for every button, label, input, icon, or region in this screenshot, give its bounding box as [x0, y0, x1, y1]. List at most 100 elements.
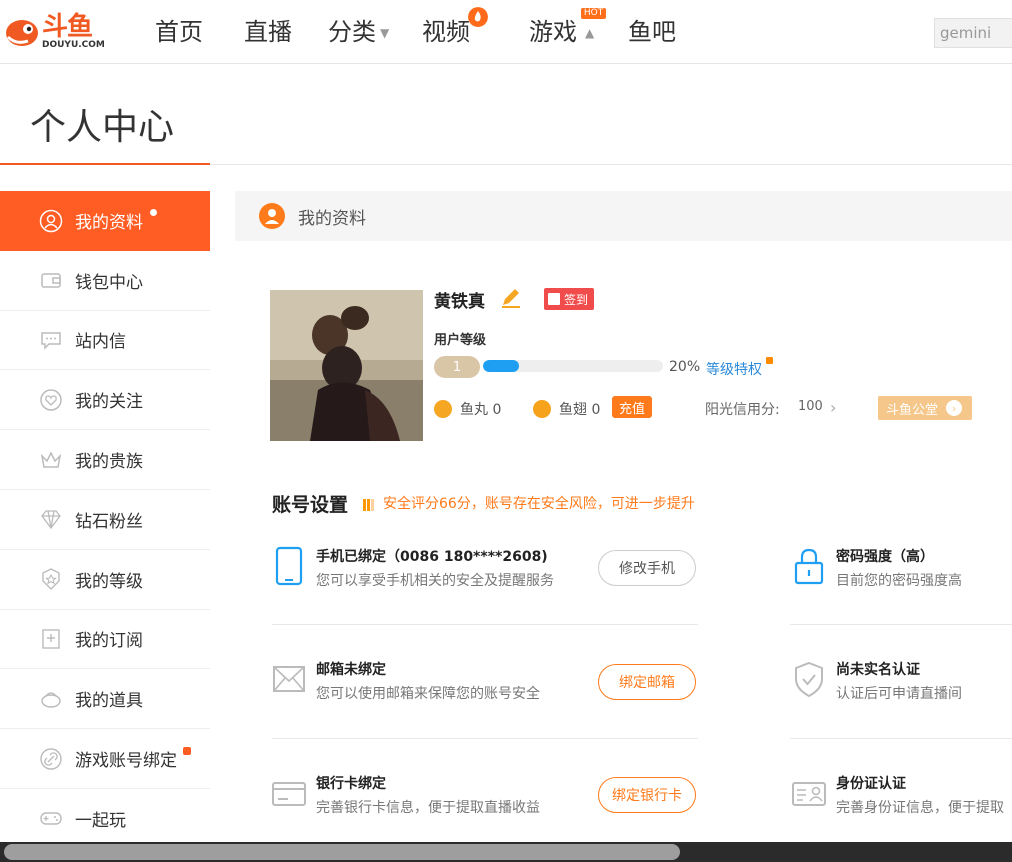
- douyu-logo[interactable]: 斗鱼 DOUYU.COM: [0, 0, 112, 64]
- sidebar-item-label: 我的贵族: [75, 452, 143, 473]
- douyu-court-label: 斗鱼公堂: [886, 402, 939, 418]
- nav-home[interactable]: 首页: [155, 14, 203, 50]
- crown-icon: [38, 447, 64, 473]
- bind-email-button[interactable]: 绑定邮箱: [598, 664, 696, 700]
- level-privileges-link[interactable]: 等级特权: [706, 359, 762, 379]
- phone-title: 手机已绑定（0086 180****2608): [316, 549, 548, 565]
- gamepad-icon: [38, 805, 64, 831]
- chevron-right-icon[interactable]: ›: [830, 398, 848, 418]
- nav-video[interactable]: 视频: [422, 7, 488, 50]
- fish-fin-text: 鱼翅 0: [559, 402, 601, 418]
- sidebar-item-game-binding[interactable]: 游戏账号绑定: [0, 729, 210, 789]
- user-circle-icon: [259, 203, 285, 229]
- row-divider: [790, 738, 1012, 739]
- signin-button[interactable]: 签到: [544, 288, 595, 310]
- fish-fin-balance: 鱼翅 0: [533, 399, 600, 419]
- subscribe-icon: [38, 626, 64, 652]
- phone-desc: 您可以享受手机相关的安全及提醒服务: [316, 573, 554, 589]
- avatar[interactable]: [270, 290, 423, 441]
- recharge-button[interactable]: 充值: [612, 396, 652, 418]
- shield-icon: [795, 661, 823, 698]
- realname-title: 尚未实名认证: [836, 662, 920, 678]
- sidebar-item-label: 我的订阅: [75, 631, 143, 652]
- realname-row: 尚未实名认证 认证后可申请直播间: [792, 659, 1012, 709]
- row-divider: [790, 624, 1012, 625]
- bind-bank-card-button[interactable]: 绑定银行卡: [598, 777, 696, 813]
- flame-icon: [468, 7, 488, 27]
- link-icon: [38, 746, 64, 772]
- id-card-icon: [792, 782, 826, 806]
- nav-fishbar[interactable]: 鱼吧: [628, 14, 676, 50]
- new-badge-icon: [766, 357, 773, 364]
- nav-live-label: 直播: [244, 18, 292, 46]
- fish-logo-icon: [6, 20, 38, 46]
- fish-ball-text: 鱼丸 0: [460, 402, 502, 418]
- sidebar-item-label: 站内信: [75, 332, 126, 353]
- diamond-icon: [38, 506, 64, 532]
- search-input[interactable]: [934, 18, 1012, 48]
- user-level-label: 用户等级: [434, 333, 487, 348]
- douyu-court-button[interactable]: 斗鱼公堂 ›: [878, 396, 972, 420]
- change-phone-button[interactable]: 修改手机: [598, 550, 696, 586]
- credit-score-label: 阳光信用分:: [705, 402, 780, 418]
- gift-icon: [38, 686, 64, 712]
- nav-category[interactable]: 分类 ▼: [328, 14, 389, 50]
- level-progress-fill: [483, 360, 519, 372]
- security-level-icon: [363, 496, 375, 511]
- id-card-title: 身份证认证: [836, 776, 906, 792]
- sidebar-item-label: 一起玩: [75, 810, 126, 831]
- username: 黄铁真: [434, 292, 485, 312]
- id-card-row: 身份证认证 完善身份证信息，便于提取: [792, 773, 1012, 823]
- chevron-down-icon: ▼: [380, 26, 390, 40]
- sidebar-item-level[interactable]: 我的等级: [0, 550, 210, 610]
- sidebar-item-label: 我的关注: [75, 392, 143, 413]
- password-strength-row: 密码强度（高） 目前您的密码强度高: [792, 546, 1012, 596]
- bank-card-desc: 完善银行卡信息，便于提取直播收益: [316, 800, 540, 816]
- level-progress-bar: [483, 360, 663, 372]
- notification-dot: [150, 209, 157, 216]
- sidebar-item-messages[interactable]: 站内信: [0, 311, 210, 371]
- mail-icon: [273, 666, 305, 692]
- sidebar-item-label: 钱包中心: [75, 272, 143, 293]
- nav-category-label: 分类: [328, 18, 376, 46]
- sidebar-item-diamond-fans[interactable]: 钻石粉丝: [0, 490, 210, 550]
- sidebar-item-nobility[interactable]: 我的贵族: [0, 430, 210, 490]
- horizontal-scrollbar[interactable]: [0, 842, 1012, 862]
- sidebar-item-wallet[interactable]: 钱包中心: [0, 251, 210, 311]
- calendar-icon: [548, 293, 560, 305]
- nav-fishbar-label: 鱼吧: [628, 18, 676, 46]
- sidebar-item-play-together[interactable]: 一起玩: [0, 789, 210, 849]
- hot-badge: HOT: [580, 8, 607, 19]
- scrollbar-thumb[interactable]: [4, 844, 680, 860]
- fish-fin-icon: [533, 400, 551, 418]
- sidebar-item-label: 我的资料: [75, 213, 143, 234]
- sidebar-item-props[interactable]: 我的道具: [0, 669, 210, 730]
- credit-score-value[interactable]: 100: [798, 399, 823, 414]
- realname-desc: 认证后可申请直播间: [836, 686, 962, 702]
- fish-ball-icon: [434, 400, 452, 418]
- edit-pencil-icon[interactable]: [498, 286, 524, 310]
- nav-games[interactable]: 游戏 ▲ HOT: [529, 8, 607, 50]
- sidebar-item-label: 钻石粉丝: [75, 511, 143, 532]
- nav-video-label: 视频: [422, 18, 470, 46]
- level-value: 1: [452, 359, 462, 375]
- heart-icon: [38, 387, 64, 413]
- sidebar-item-label: 我的等级: [75, 571, 143, 592]
- sidebar-item-profile[interactable]: 我的资料: [0, 191, 210, 251]
- arrow-right-icon: ›: [946, 400, 963, 416]
- section-header: 我的资料: [235, 191, 1012, 241]
- password-desc: 目前您的密码强度高: [836, 573, 962, 589]
- level-progress-text: 20%: [669, 359, 701, 375]
- page-title: 个人中心: [30, 107, 175, 148]
- logo-subtext: DOUYU.COM: [42, 40, 105, 50]
- star-badge-icon: [38, 566, 64, 592]
- sidebar-item-subscriptions[interactable]: 我的订阅: [0, 610, 210, 670]
- fish-ball-balance: 鱼丸 0: [434, 399, 501, 419]
- message-icon: [38, 327, 64, 353]
- level-badge[interactable]: 1: [434, 356, 480, 378]
- sidebar-item-following[interactable]: 我的关注: [0, 370, 210, 431]
- chevron-up-icon: ▲: [585, 26, 595, 40]
- email-desc: 您可以使用邮箱来保障您的账号安全: [316, 686, 540, 702]
- account-settings-title: 账号设置: [272, 494, 349, 516]
- nav-live[interactable]: 直播: [244, 14, 292, 50]
